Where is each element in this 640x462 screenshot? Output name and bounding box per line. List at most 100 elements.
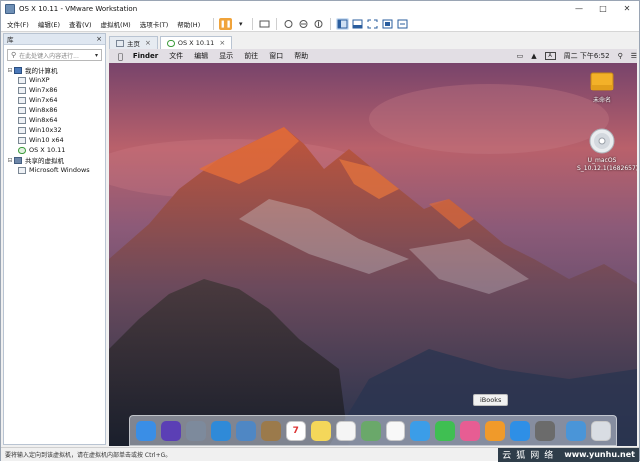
tree-item[interactable]: Win7x64 (4, 95, 105, 105)
library-search-placeholder: 在此处键入内容进行... (19, 52, 79, 60)
tree-collapse-icon[interactable]: ⊟ (6, 157, 14, 164)
vm-icon (18, 116, 26, 124)
desktop-icon-disc[interactable]: U_macOS S_10.12.1(1682657) (577, 127, 637, 173)
dock-reminders-icon[interactable] (335, 420, 356, 441)
dock-notes-icon[interactable] (310, 420, 331, 441)
tree-item-label: 我的计算机 (25, 67, 58, 75)
tree-item[interactable]: Win10x32 (4, 125, 105, 135)
dock-preview-icon[interactable] (235, 420, 256, 441)
watermark: 云狐网络 www.yunhu.net (498, 447, 639, 462)
power-dropdown-icon[interactable]: ▾ (234, 18, 247, 30)
title-bar: OS X 10.11 - VMware Workstation — □ ✕ (1, 1, 639, 16)
tree-item[interactable]: Microsoft Windows (4, 165, 105, 175)
mac-menu-edit[interactable]: 编辑 (194, 51, 208, 61)
send-ctrl-alt-del-icon[interactable] (258, 18, 271, 30)
menu-file[interactable]: 文件(F) (7, 19, 29, 29)
mac-menu-finder[interactable]: Finder (133, 52, 158, 60)
dock-app-store-icon[interactable] (510, 420, 531, 441)
tab-home-label: 主页 (127, 40, 140, 48)
show-library-icon[interactable] (336, 17, 350, 30)
tab-close-icon[interactable]: × (219, 39, 225, 47)
menu-tabs[interactable]: 选项卡(T) (140, 19, 169, 29)
dock-finder-icon[interactable] (136, 420, 156, 441)
library-panel: 库 × ⚲ 在此处键入内容进行... ▾ ⊟ 我的计算机 WinXP Win7x86 W… (3, 33, 106, 445)
watermark-url: www.yunhu.net (564, 450, 635, 459)
tree-item[interactable]: ⊟ 我的计算机 (4, 65, 105, 75)
library-close-icon[interactable]: × (96, 35, 102, 43)
notification-center-icon[interactable]: ☰ (631, 52, 637, 60)
tab-osx[interactable]: OS X 10.11 × (159, 36, 233, 49)
dock-calendar-icon[interactable]: 7 (285, 420, 306, 441)
mac-clock[interactable]: 周二 下午6:52 (564, 51, 610, 61)
minimize-icon[interactable]: — (567, 1, 591, 16)
unity-icon[interactable] (381, 18, 394, 30)
tree-item[interactable]: ⊟ 共享的虚拟机 (4, 155, 105, 165)
dock-siri-icon[interactable] (160, 420, 181, 441)
dock-launchpad-icon[interactable] (185, 420, 206, 441)
tree-item-label: Win7x86 (29, 86, 58, 94)
dock-itunes-icon[interactable] (460, 420, 481, 441)
apple-menu-icon[interactable]:  (118, 52, 123, 61)
tree-item[interactable]: OS X 10.11 (4, 145, 105, 155)
mac-menu-file[interactable]: 文件 (169, 51, 183, 61)
dock-photos-icon[interactable] (385, 420, 406, 441)
revert-snapshot-icon[interactable] (297, 18, 310, 30)
dock-messages-icon[interactable] (410, 420, 431, 441)
menu-vm[interactable]: 虚拟机(M) (101, 19, 131, 29)
folder-icon (14, 156, 22, 164)
vm-tree: ⊟ 我的计算机 WinXP Win7x86 Win7x64 Win8x86 Win8x64 W… (4, 65, 105, 175)
stretch-icon[interactable] (396, 18, 409, 30)
menu-help[interactable]: 帮助(H) (177, 19, 200, 29)
dock-ibooks-icon[interactable] (485, 420, 506, 441)
status-bar: 要将输入定向到该虚拟机，请在虚拟机内部单击或按 Ctrl+G。 云狐网络 www… (1, 447, 639, 462)
vm-icon (18, 106, 26, 114)
thumbnail-bar-icon[interactable] (351, 18, 364, 30)
tab-close-icon[interactable]: × (145, 39, 151, 47)
menu-edit[interactable]: 编辑(E) (38, 19, 60, 29)
fullscreen-icon[interactable] (366, 18, 379, 30)
tree-item[interactable]: Win7x86 (4, 85, 105, 95)
dock-maps-icon[interactable] (360, 420, 381, 441)
menu-view[interactable]: 查看(V) (69, 19, 92, 29)
status-text: 要将输入定向到该虚拟机，请在虚拟机内部单击或按 Ctrl+G。 (5, 452, 172, 459)
close-icon[interactable]: ✕ (615, 1, 639, 16)
vm-tab-icon (166, 39, 175, 47)
dock-facetime-icon[interactable] (435, 420, 456, 441)
display-icon[interactable]: ▭ (517, 52, 524, 60)
tab-home[interactable]: 主页 × (109, 36, 158, 49)
tree-item-label: Win7x64 (29, 96, 58, 104)
library-search-input[interactable]: ⚲ 在此处键入内容进行... ▾ (7, 49, 102, 61)
desktop-icon-drive[interactable]: 未命名 (577, 69, 627, 105)
maximize-icon[interactable]: □ (591, 1, 615, 16)
macos-dock: 7 (129, 415, 617, 446)
mac-menu-go[interactable]: 前往 (244, 51, 258, 61)
input-source-icon[interactable]: A (544, 52, 556, 60)
tree-item[interactable]: Win8x86 (4, 105, 105, 115)
chevron-down-icon[interactable]: ▾ (95, 52, 98, 59)
toolbar-separator (276, 17, 278, 30)
toolbar-separator (213, 17, 215, 30)
guest-display[interactable]:  Finder 文件 编辑 显示 前往 窗口 帮助 ▭ ▲ A 周二 下午6:… (109, 49, 637, 446)
tree-item-label: 共享的虚拟机 (25, 157, 64, 165)
spotlight-icon[interactable]: ⚲ (618, 52, 623, 60)
library-title: 库 (7, 36, 14, 44)
snapshot-icon[interactable] (282, 18, 295, 30)
mac-menu-window[interactable]: 窗口 (269, 51, 283, 61)
snapshot-manager-icon[interactable] (312, 18, 325, 30)
pause-icon[interactable]: ❚❚ (219, 17, 233, 30)
tree-item[interactable]: Win8x64 (4, 115, 105, 125)
dock-system-preferences-icon[interactable] (535, 420, 556, 441)
tree-item[interactable]: WinXP (4, 75, 105, 85)
tree-item[interactable]: Win10 x64 (4, 135, 105, 145)
mac-menu-help[interactable]: 帮助 (294, 51, 308, 61)
window-title: OS X 10.11 - VMware Workstation (19, 4, 138, 13)
dock-trash-icon[interactable] (591, 420, 612, 441)
dock-downloads-icon[interactable] (566, 420, 587, 441)
tree-item-label: Win10x32 (29, 126, 62, 134)
dock-contacts-icon[interactable] (260, 420, 281, 441)
dock-safari-icon[interactable] (210, 420, 231, 441)
desktop-icon-label: U_macOS S_10.12.1(1682657) (577, 157, 637, 172)
bluetooth-icon[interactable]: ▲ (531, 52, 536, 60)
tree-collapse-icon[interactable]: ⊟ (6, 67, 14, 74)
mac-menu-view[interactable]: 显示 (219, 51, 233, 61)
